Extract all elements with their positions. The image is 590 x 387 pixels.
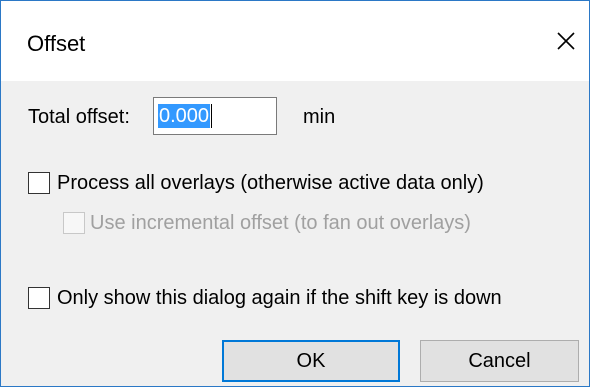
offset-unit-label: min	[303, 106, 336, 128]
total-offset-label: Total offset:	[28, 106, 130, 128]
ok-button[interactable]: OK	[222, 340, 400, 382]
close-button[interactable]	[543, 17, 589, 65]
shift-key-only-label[interactable]: Only show this dialog again if the shift…	[57, 286, 502, 310]
title-bar: Offset	[1, 1, 589, 81]
cancel-button[interactable]: Cancel	[420, 340, 579, 382]
total-offset-input[interactable]: 0.000	[153, 97, 277, 135]
total-offset-value: 0.000	[158, 104, 211, 128]
process-all-overlays-checkbox[interactable]	[28, 172, 50, 194]
shift-key-only-checkbox[interactable]	[28, 287, 50, 309]
dialog-title: Offset	[27, 31, 86, 56]
incremental-offset-label[interactable]: Use incremental offset (to fan out overl…	[90, 211, 471, 235]
text-caret	[211, 104, 213, 128]
offset-dialog: Offset Total offset: 0.000 min Process a…	[0, 0, 590, 387]
process-all-overlays-label[interactable]: Process all overlays (otherwise active d…	[57, 171, 484, 195]
close-icon	[557, 32, 575, 50]
incremental-offset-checkbox[interactable]	[63, 212, 85, 234]
